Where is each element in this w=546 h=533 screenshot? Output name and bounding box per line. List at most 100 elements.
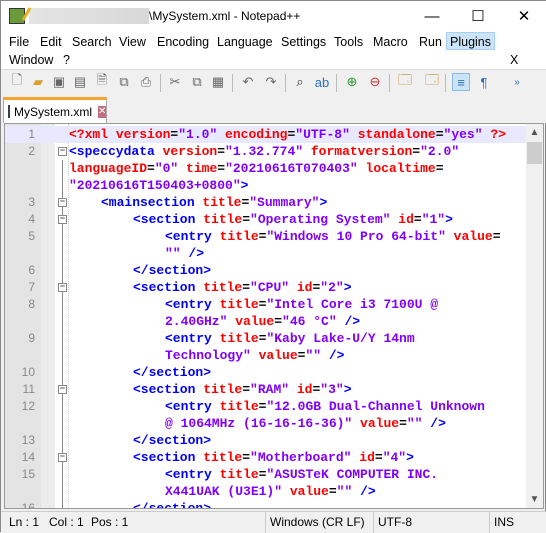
code-line[interactable]: 15 <entry title="ASUSTeK COMPUTER INC. <box>5 466 527 483</box>
menu-language[interactable]: Language <box>214 33 276 51</box>
menu-file[interactable]: File <box>6 33 32 51</box>
code-line[interactable]: 2.40GHz" value="46 °C" /> <box>5 313 527 330</box>
tab-mysystem-xml[interactable]: MySystem.xml ✕ <box>3 97 107 123</box>
menu-edit[interactable]: Edit <box>37 33 65 51</box>
code-text: <?xml version="1.0" encoding="UTF-8" sta… <box>69 126 506 143</box>
code-line[interactable]: 4− <section title="Operating System" id="… <box>5 211 527 228</box>
token-op: = <box>242 382 251 397</box>
scroll-down-icon[interactable]: ▼ <box>526 491 543 508</box>
menu-tools[interactable]: Tools <box>331 33 366 51</box>
close-button[interactable]: ✕ <box>501 1 546 31</box>
menu-macro[interactable]: Macro <box>370 33 411 51</box>
code-line[interactable]: "" /> <box>5 245 527 262</box>
line-number: 14 <box>21 450 35 464</box>
code-line[interactable]: 9 <entry title="Kaby Lake-U/Y 14nm <box>5 330 527 347</box>
open-file-icon[interactable]: ▰ <box>29 73 47 91</box>
show-all-characters-icon[interactable]: ¶ <box>475 73 493 91</box>
fold-toggle-icon[interactable]: − <box>58 198 67 207</box>
token-val: "20210616T070403" <box>225 161 366 176</box>
menu-settings[interactable]: Settings <box>278 33 329 51</box>
code-editor[interactable]: 1 <?xml version="1.0" encoding="UTF-8" st… <box>4 123 544 509</box>
status-eol[interactable]: Windows (CR LF) <box>265 512 365 533</box>
code-line[interactable]: 1 <?xml version="1.0" encoding="UTF-8" st… <box>5 126 527 143</box>
code-line[interactable]: 6 </section> <box>5 262 527 279</box>
find-icon[interactable]: ⌕ <box>291 73 309 91</box>
window-title: \MySystem.xml - Notepad++ <box>149 9 301 23</box>
token-val: "Summary" <box>249 195 320 210</box>
fold-toggle-icon[interactable]: − <box>58 215 67 224</box>
menu-window[interactable]: Window <box>6 51 56 69</box>
code-line[interactable]: 13 </section> <box>5 432 527 449</box>
menu-search[interactable]: Search <box>69 33 115 51</box>
token-attr: value <box>235 314 275 329</box>
code-line[interactable]: Technology" value="" /> <box>5 347 527 364</box>
token-tag: /> <box>344 314 361 329</box>
code-text: 2.40GHz" value="46 °C" /> <box>165 313 360 330</box>
code-line[interactable]: 2− <speccydata version="1.32.774" formatv… <box>5 143 527 160</box>
close-icon[interactable]: 🗎 <box>93 72 111 91</box>
code-line[interactable]: 8 <entry title="Intel Core i3 7100U @ <box>5 296 527 313</box>
token-tag: > <box>406 450 414 465</box>
token-tag: <entry <box>165 297 220 312</box>
print-icon[interactable]: ⎙ <box>137 73 155 91</box>
scroll-thumb[interactable] <box>527 142 542 164</box>
code-line[interactable]: 7− <section title="CPU" id="2"> <box>5 279 527 296</box>
menu-run[interactable]: Run <box>416 33 445 51</box>
code-line[interactable]: 10 </section> <box>5 364 527 381</box>
token-tag: <section <box>133 450 204 465</box>
replace-icon[interactable]: ab <box>313 73 331 91</box>
zoom-in-icon[interactable]: ⊕ <box>343 73 361 91</box>
token-tag: <mainsection <box>101 195 203 210</box>
menu-view[interactable]: View <box>116 33 149 51</box>
fold-toggle-icon[interactable]: − <box>58 283 67 292</box>
new-file-icon[interactable]: 🗋 <box>8 72 26 91</box>
fold-toggle-icon[interactable]: − <box>58 453 67 462</box>
minimize-button[interactable]: — <box>409 1 455 31</box>
code-line[interactable]: 16 </section> <box>5 500 527 509</box>
code-text: <entry title="ASUSTeK COMPUTER INC. <box>165 466 438 483</box>
code-line[interactable]: 14− <section title="Motherboard" id="4"> <box>5 449 527 466</box>
status-column: Col : 1 <box>49 515 84 529</box>
code-text: <speccydata version="1.32.774" formatver… <box>69 143 459 160</box>
vertical-scrollbar[interactable]: ▲ ▼ <box>526 124 543 508</box>
save-all-icon[interactable]: ▤ <box>71 73 89 91</box>
line-number: 12 <box>21 399 35 413</box>
maximize-button[interactable]: ☐ <box>455 1 501 31</box>
menu-close-doc[interactable]: X <box>507 51 521 69</box>
code-line[interactable]: 12 <entry title="12.0GB Dual-Channel Unkn… <box>5 398 527 415</box>
fold-toggle-icon[interactable]: − <box>58 147 67 156</box>
redo-icon[interactable]: ↷ <box>262 73 280 91</box>
token-attr: languageID <box>69 161 148 176</box>
code-line[interactable]: @ 1064MHz (16-16-16-36)" value="" /> <box>5 415 527 432</box>
token-tag: <speccydata <box>69 144 163 159</box>
tab-close-icon[interactable]: ✕ <box>98 105 107 118</box>
code-line[interactable]: languageID="0" time="20210616T070403" lo… <box>5 160 527 177</box>
word-wrap-icon[interactable]: ≡ <box>452 73 470 91</box>
menu-plugins[interactable]: Plugins <box>446 32 495 50</box>
cut-icon[interactable]: ✂ <box>166 73 184 91</box>
token-tag: /> <box>188 246 205 261</box>
menu-help[interactable]: ? <box>60 51 73 69</box>
save-icon[interactable]: ▣ <box>50 73 68 91</box>
code-line[interactable]: "20210616T150403+0800"> <box>5 177 527 194</box>
fold-toggle-icon[interactable]: − <box>58 385 67 394</box>
copy-icon[interactable]: ⧉ <box>188 73 206 91</box>
code-text: <mainsection title="Summary"> <box>101 194 327 211</box>
paste-icon[interactable]: ▦ <box>209 73 227 91</box>
code-line[interactable]: 11− <section title="RAM" id="3"> <box>5 381 527 398</box>
close-all-icon[interactable]: ⧉ <box>115 73 133 91</box>
token-op: = <box>242 450 251 465</box>
scroll-up-icon[interactable]: ▲ <box>526 124 543 141</box>
code-line[interactable]: 5 <entry title = "Windows 10 Pro 64-bit" va… <box>5 228 527 245</box>
sync-vertical-icon[interactable]: 🗔 <box>396 72 414 91</box>
undo-icon[interactable]: ↶ <box>239 73 257 91</box>
menu-encoding[interactable]: Encoding <box>154 33 212 51</box>
line-number: 16 <box>21 501 35 509</box>
zoom-out-icon[interactable]: ⊖ <box>366 73 384 91</box>
more-tools-icon[interactable]: » <box>508 73 526 91</box>
sync-horizontal-icon[interactable]: 🗔 <box>423 72 441 91</box>
code-line[interactable]: X441UAK (U3E1)" value="" /> <box>5 483 527 500</box>
token-tag: > <box>343 382 352 397</box>
status-encoding[interactable]: UTF-8 <box>373 512 412 533</box>
code-line[interactable]: 3 − <mainsection title="Summary"> <box>5 194 527 211</box>
